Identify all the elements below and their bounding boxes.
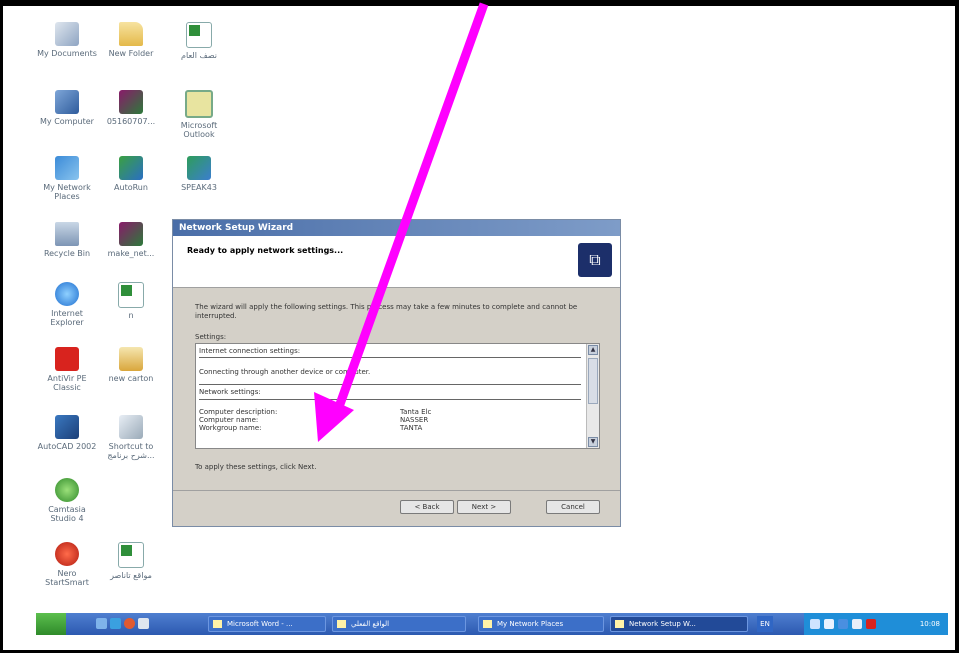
annotation-arrow <box>314 2 489 442</box>
annotation-arrow-line <box>330 2 489 420</box>
annotation-arrow-head <box>314 392 354 442</box>
